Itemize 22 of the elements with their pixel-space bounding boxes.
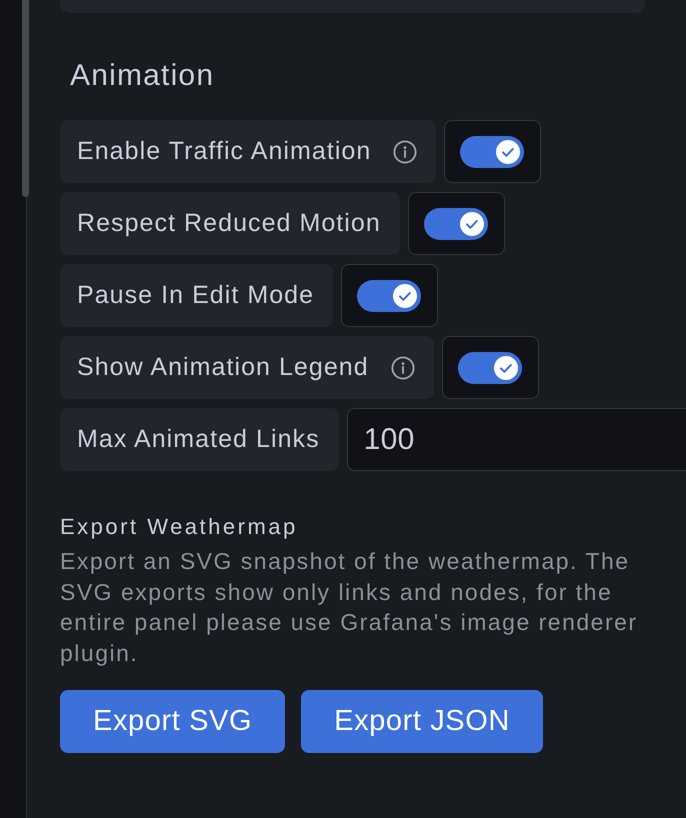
scrollbar-thumb[interactable] [22,0,29,197]
toggle-switch[interactable] [460,136,524,168]
check-icon [460,212,484,236]
export-description: Export an SVG snapshot of the weathermap. The SVG exports show only links and nodes, for the entire panel please use Grafana's image renderer plugin. [60,547,639,668]
option-label: Respect Reduced Motion [77,209,381,238]
info-icon[interactable] [393,140,418,164]
option-label: Show Animation Legend [77,353,369,382]
info-icon[interactable] [390,356,415,380]
export-button[interactable]: Export JSON [301,690,543,753]
toggle-switch[interactable] [357,280,422,312]
option-label: Pause In Edit Mode [77,281,314,310]
option-label: Max Animated Links [77,425,320,454]
toggle-switch[interactable] [424,208,488,240]
export-button[interactable]: Export SVG [60,690,286,753]
check-icon [496,140,520,164]
export-heading: Export Weathermap [60,513,298,541]
section-heading: Animation [70,58,214,94]
option-label: Enable Traffic Animation [77,137,372,166]
check-icon [494,356,518,380]
toggle-switch[interactable] [458,352,522,384]
check-icon [393,284,418,308]
number-input[interactable]: 100 [346,408,686,471]
